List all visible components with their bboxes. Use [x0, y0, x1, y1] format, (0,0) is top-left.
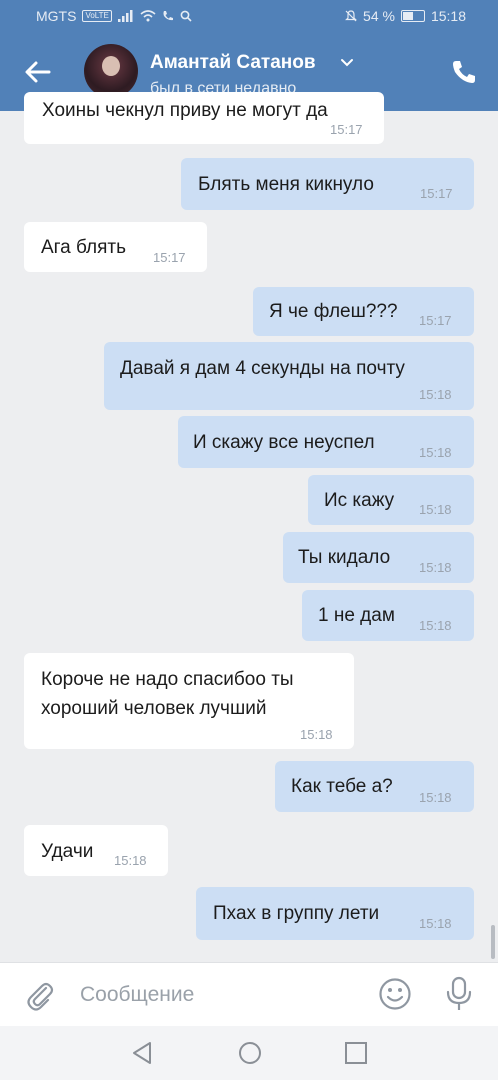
message-time: 15:17 [420, 186, 453, 201]
message-incoming[interactable]: Хоины чекнул приву не могут да 15:17 [24, 92, 384, 144]
message-text: Давай я дам 4 секунды на почту [120, 358, 405, 379]
message-text-line: хороший человек лучший [41, 698, 267, 719]
message-time: 15:18 [419, 560, 452, 575]
search-status-icon [180, 10, 192, 22]
contact-name[interactable]: Амантай Сатанов [150, 52, 316, 74]
paperclip-icon[interactable] [24, 979, 54, 1011]
message-text: Ис кажу [324, 490, 395, 511]
message-outgoing[interactable]: Я че флеш??? 15:17 [253, 287, 474, 336]
message-incoming[interactable]: Ага блять 15:17 [24, 222, 207, 272]
phone-icon[interactable] [450, 58, 478, 86]
message-time: 15:18 [419, 916, 452, 931]
message-time: 15:17 [153, 250, 186, 265]
message-outgoing[interactable]: Ты кидало 15:18 [283, 532, 474, 583]
message-text: 1 не дам [318, 605, 395, 626]
signal-icon [117, 10, 133, 22]
status-left: MGTS VoLTE [36, 8, 192, 24]
nav-home-icon[interactable] [238, 1040, 262, 1066]
message-outgoing[interactable]: Блять меня кикнуло 15:17 [181, 158, 474, 210]
message-time: 15:18 [419, 387, 452, 402]
message-input[interactable]: Сообщение [80, 983, 194, 1007]
message-outgoing[interactable]: Давай я дам 4 секунды на почту 15:18 [104, 342, 474, 410]
message-text: Хоины чекнул приву не могут да [42, 100, 328, 121]
message-text: Как тебе а? [291, 776, 393, 797]
message-text: Ты кидало [298, 547, 391, 568]
avatar[interactable] [84, 44, 138, 98]
message-outgoing[interactable]: Ис кажу 15:18 [308, 475, 474, 525]
message-time: 15:18 [419, 502, 452, 517]
message-text: Блять меня кикнуло [198, 174, 374, 195]
message-time: 15:18 [419, 618, 452, 633]
message-text: Ага блять [41, 237, 127, 258]
message-time: 15:18 [300, 727, 333, 742]
message-outgoing[interactable]: Как тебе а? 15:18 [275, 761, 474, 812]
call-status-icon [163, 11, 173, 21]
message-time: 15:17 [419, 313, 452, 328]
carrier-label: MGTS [36, 8, 77, 24]
message-outgoing[interactable]: И скажу все неуспел 15:18 [178, 416, 474, 468]
status-right: 54 % 15:18 [345, 8, 466, 24]
message-time: 15:17 [330, 122, 363, 137]
message-incoming[interactable]: Удачи 15:18 [24, 825, 168, 876]
message-composer: Сообщение [0, 962, 498, 1027]
message-text: Я че флеш??? [269, 301, 398, 322]
message-time: 15:18 [419, 790, 452, 805]
nav-recent-icon[interactable] [344, 1040, 368, 1066]
message-outgoing[interactable]: Пхах в группу лети 15:18 [196, 887, 474, 940]
battery-percent: 54 % [363, 8, 395, 24]
arrow-left-icon[interactable] [22, 56, 54, 88]
message-text: Удачи [41, 841, 94, 862]
message-outgoing[interactable]: 1 не дам 15:18 [302, 590, 474, 641]
smile-icon[interactable] [378, 977, 412, 1011]
mute-icon [345, 10, 357, 22]
wifi-icon [140, 10, 156, 22]
message-text-line: Короче не надо спасибоо ты [41, 669, 294, 690]
message-time: 15:18 [114, 853, 147, 868]
volte-badge: VoLTE [82, 10, 112, 22]
chevron-down-icon[interactable] [340, 58, 354, 68]
clock: 15:18 [430, 8, 466, 24]
status-bar: MGTS VoLTE 54 % 15:18 [0, 0, 498, 32]
scrollbar[interactable] [491, 925, 495, 959]
message-incoming[interactable]: Короче не надо спасибоо ты хороший челов… [24, 653, 354, 749]
message-text: Пхах в группу лети [213, 903, 380, 924]
nav-back-icon[interactable] [130, 1040, 154, 1066]
battery-fill [402, 12, 413, 20]
system-nav-bar [0, 1026, 498, 1080]
microphone-icon[interactable] [444, 976, 474, 1012]
battery-icon [400, 10, 425, 22]
message-text: И скажу все неуспел [193, 432, 375, 453]
message-time: 15:18 [419, 445, 452, 460]
